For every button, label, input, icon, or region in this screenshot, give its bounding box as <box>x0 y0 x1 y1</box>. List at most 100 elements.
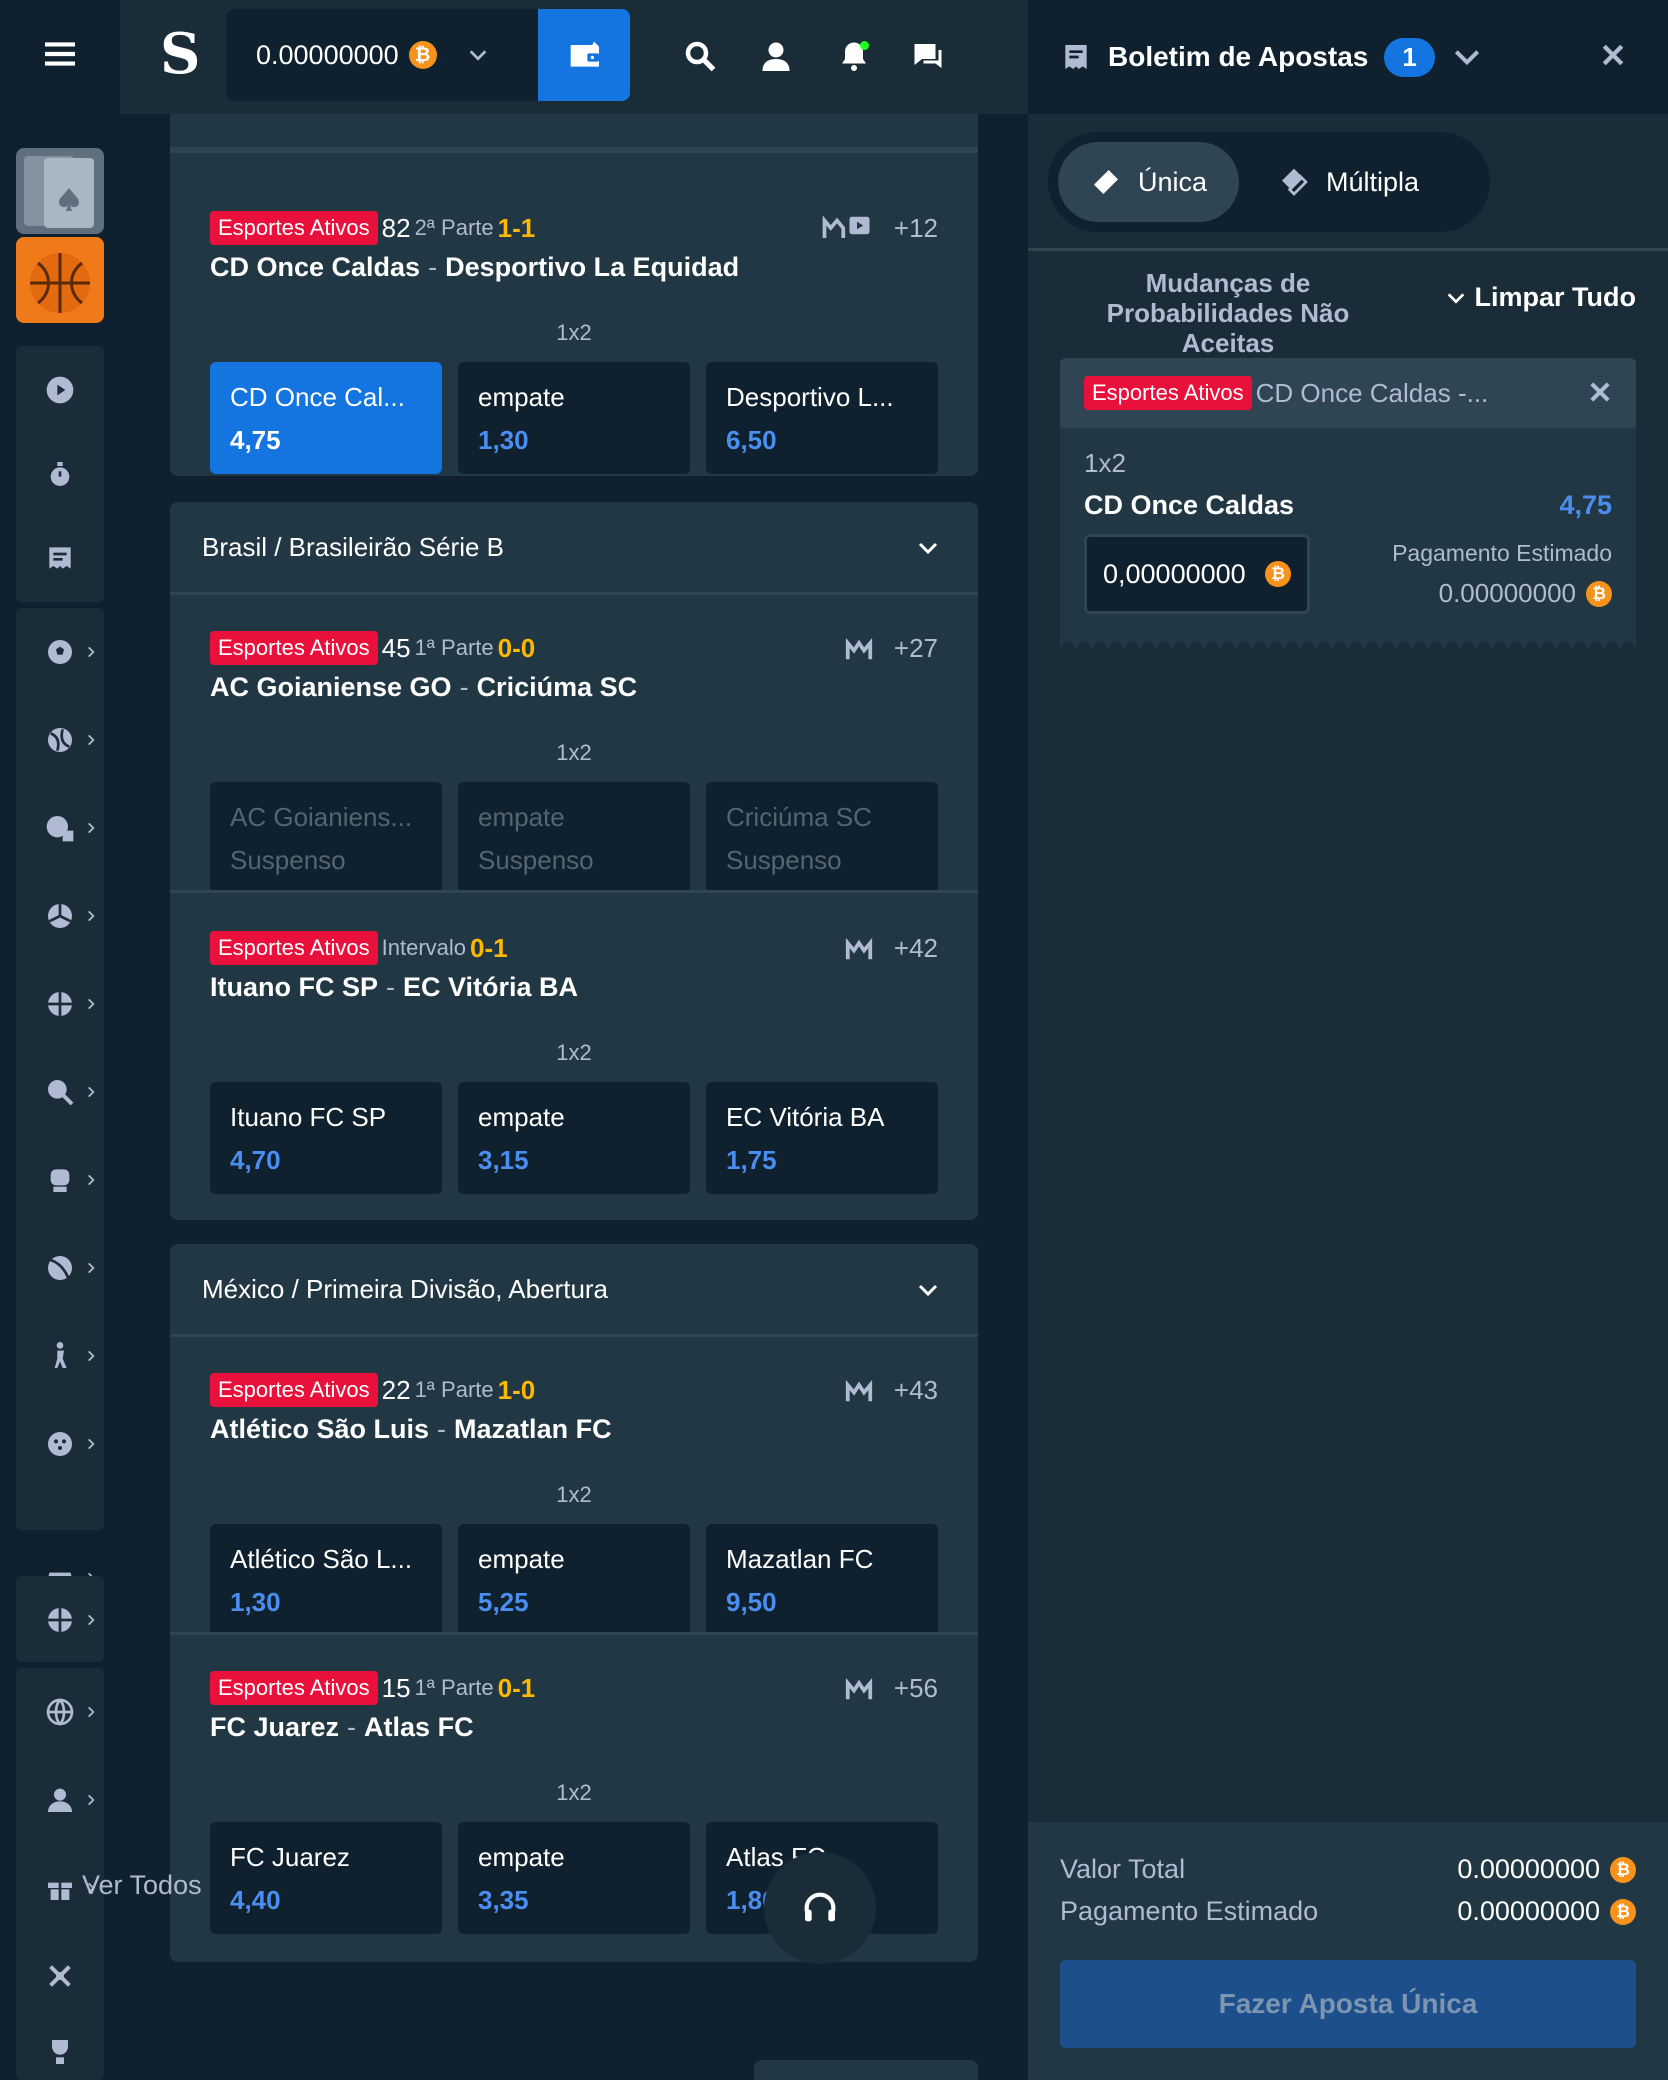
live-badge: Esportes Ativos <box>210 1671 378 1705</box>
match-more-markets[interactable]: +27 <box>842 626 938 670</box>
chevron-right-icon <box>84 1613 98 1627</box>
sidebar-item-esports-shooter[interactable] <box>16 1312 104 1400</box>
chevron-right-icon <box>84 1349 98 1363</box>
sidebar-item-upcoming[interactable] <box>16 430 104 518</box>
close-icon[interactable] <box>1598 40 1628 70</box>
bitcoin-icon: ₿ <box>1610 1898 1636 1925</box>
stake-logo[interactable]: S <box>160 26 200 82</box>
chevron-right-icon <box>84 733 98 747</box>
odd-button-home[interactable]: FC Juarez 4,40 <box>210 1822 442 1934</box>
odd-button-away[interactable]: EC Vitória BA 1,75 <box>706 1082 938 1194</box>
sidebar-item-vip[interactable] <box>16 2008 104 2080</box>
live-badge: Esportes Ativos <box>210 931 378 965</box>
ball-icon <box>44 1252 76 1284</box>
odd-button-away[interactable]: Mazatlan FC 9,50 <box>706 1524 938 1636</box>
match-more-markets[interactable]: +12 <box>818 206 938 250</box>
match-teams[interactable]: CD Once Caldas - Desportivo La Equidad <box>210 252 739 283</box>
chat-icon[interactable] <box>910 38 946 74</box>
sidebar-item-football[interactable] <box>16 608 104 696</box>
chevron-down-icon[interactable] <box>1451 41 1483 73</box>
match-teams[interactable]: FC Juarez - Atlas FC <box>210 1712 474 1743</box>
match-more-markets[interactable]: +42 <box>842 926 938 970</box>
match-more-markets[interactable]: +43 <box>842 1368 938 1412</box>
betslip-count-badge: 1 <box>1384 37 1435 77</box>
stake-value: 0,00000000 <box>1103 558 1246 589</box>
sidebar-item-table-tennis[interactable] <box>16 1048 104 1136</box>
match-more-markets[interactable]: +56 <box>842 1666 938 1710</box>
sidebar-item-basketball[interactable] <box>16 960 104 1048</box>
odd-button-home[interactable]: CD Once Cal... 4,75 <box>210 362 442 474</box>
sidebar-item-tennis[interactable] <box>16 696 104 784</box>
sidebar-item-racing[interactable] <box>16 1576 104 1664</box>
bet-card: Esportes Ativos CD Once Caldas -... 1x2 … <box>1060 358 1636 640</box>
match-period: 2ª Parte <box>414 215 494 240</box>
home-team: CD Once Caldas <box>210 252 421 282</box>
sidebar-item-affiliate[interactable] <box>16 1932 104 2020</box>
globe-icon <box>44 1696 76 1728</box>
ticket-icon <box>1090 166 1122 198</box>
odd-button-home[interactable]: Atlético São L... 1,30 <box>210 1524 442 1636</box>
sports-main-content: Esportes Ativos 82 2ª Parte 1-1 +12 CD O… <box>120 114 1028 2080</box>
sidebar-item-other[interactable] <box>16 1400 104 1488</box>
stats-icon <box>842 1375 876 1405</box>
match-card: Esportes Ativos Intervalo 0-1 +42 Ituano… <box>170 890 978 1220</box>
match-teams[interactable]: Atlético São Luis - Mazatlan FC <box>210 1414 612 1445</box>
odd-button-draw[interactable]: empate 3,15 <box>458 1082 690 1194</box>
odd-button-draw[interactable]: empate 1,30 <box>458 362 690 474</box>
sidebar-item-rugby[interactable] <box>16 1224 104 1312</box>
match-teams[interactable]: AC Goianiense GO - Criciúma SC <box>210 672 637 703</box>
bet-event-title[interactable]: CD Once Caldas -... <box>1256 378 1489 409</box>
odds-change-setting[interactable]: Mudanças de Probabilidades Não Aceitas <box>1064 268 1392 358</box>
search-icon[interactable] <box>682 38 718 74</box>
away-team: Atlas FC <box>364 1712 474 1742</box>
close-icon[interactable] <box>1586 378 1614 406</box>
stats-icon <box>842 1673 876 1703</box>
sidebar-item-my-bets[interactable] <box>16 514 104 602</box>
match-teams[interactable]: Ituano FC SP - EC Vitória BA <box>210 972 578 1003</box>
tab-single[interactable]: Única <box>1058 142 1240 222</box>
sidebar-item-mma[interactable] <box>16 1136 104 1224</box>
match-card: Esportes Ativos 22 1ª Parte 1-0 +43 Atlé… <box>170 1334 978 1636</box>
odd-button-home[interactable]: Ituano FC SP 4,70 <box>210 1082 442 1194</box>
view-all-link[interactable]: Ver Todos <box>82 1870 202 1901</box>
bitcoin-icon: ₿ <box>408 41 437 69</box>
odd-button-draw[interactable]: empate 5,25 <box>458 1524 690 1636</box>
odd-button-draw[interactable]: empate 3,35 <box>458 1822 690 1934</box>
match-score: 1-1 <box>497 212 536 243</box>
tennis-ball-icon <box>44 724 76 756</box>
chevron-right-icon <box>84 997 98 1011</box>
live-support-button[interactable] <box>764 1852 876 1964</box>
league-header[interactable]: Brasil / Brasileirão Série B <box>170 502 978 592</box>
wallet-button[interactable] <box>538 9 630 101</box>
match-period: 1ª Parte <box>414 1377 494 1402</box>
wallet-balance-selector[interactable]: 0.00000000 ₿ <box>226 9 538 101</box>
place-bet-button[interactable]: Fazer Aposta Única <box>1060 1960 1636 2048</box>
outcome-name: Criciúma SC <box>726 802 872 832</box>
outcome-odd: Suspenso <box>478 845 594 875</box>
casino-cards-icon[interactable] <box>16 148 104 234</box>
previous-card-edge <box>170 114 978 150</box>
team-separator: - <box>386 972 395 1002</box>
user-icon[interactable] <box>758 38 794 74</box>
outcome-name: empate <box>478 1102 565 1132</box>
total-stake-value: 0.00000000 <box>1457 1854 1600 1884</box>
sidebar-item-cricket[interactable] <box>16 784 104 872</box>
home-team: AC Goianiense GO <box>210 672 452 702</box>
clear-all-button[interactable]: Limpar Tudo <box>1445 282 1636 313</box>
sidebar-item-live[interactable] <box>16 346 104 434</box>
notification-bell-icon[interactable] <box>836 38 872 74</box>
sidebar-item-profile[interactable] <box>16 1756 104 1844</box>
sidebar-item-language[interactable] <box>16 1668 104 1756</box>
stake-input[interactable]: 0,00000000 ₿ <box>1084 534 1310 614</box>
next-card-edge <box>754 2060 978 2080</box>
tab-multiple[interactable]: Múltipla <box>1246 142 1451 222</box>
sidebar-group-racing <box>16 1576 104 1662</box>
outcome-odd: 9,50 <box>726 1587 777 1617</box>
bitcoin-icon: ₿ <box>1586 580 1612 607</box>
league-header[interactable]: México / Primeira Divisão, Abertura <box>170 1244 978 1334</box>
wallet-icon <box>564 35 604 75</box>
odd-button-away[interactable]: Desportivo L... 6,50 <box>706 362 938 474</box>
sidebar-item-volleyball[interactable] <box>16 872 104 960</box>
sports-basketball-icon[interactable] <box>16 237 104 323</box>
menu-icon[interactable] <box>40 34 80 74</box>
